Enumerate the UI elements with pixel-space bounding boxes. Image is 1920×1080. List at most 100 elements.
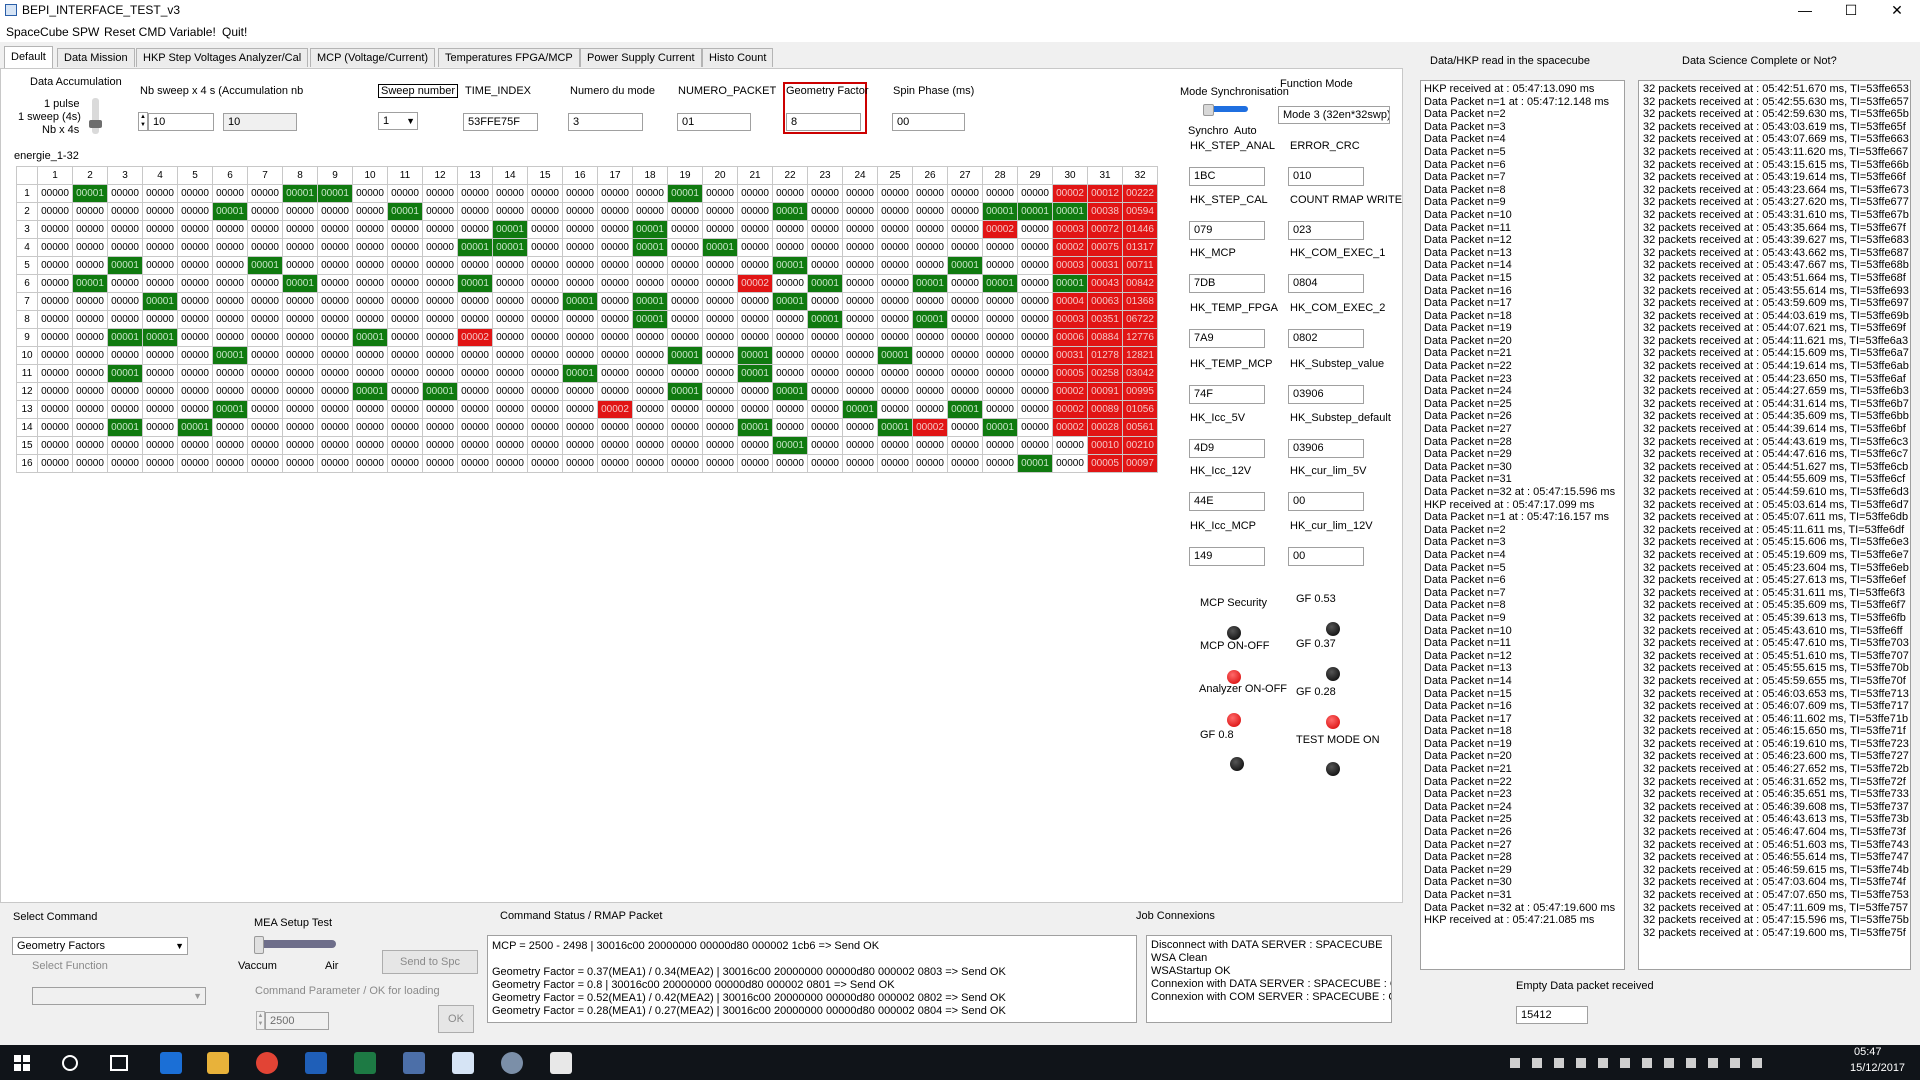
parameter-spinner[interactable]: ▲ ▼ bbox=[256, 1011, 265, 1030]
nb-sweep-input[interactable]: 10 bbox=[148, 113, 214, 131]
job-connexions-lines: Disconnect with DATA SERVER : SPACECUBE W… bbox=[1151, 939, 1391, 1004]
grid-cell: 00000 bbox=[317, 382, 353, 401]
grid-cell: 00002 bbox=[597, 400, 633, 419]
select-function-dropdown[interactable]: ▼ bbox=[32, 987, 206, 1005]
grid-cell: 00000 bbox=[667, 238, 703, 257]
grid-cell: 00001 bbox=[352, 328, 388, 347]
numero-mode-field[interactable]: 3 bbox=[568, 113, 643, 131]
network-app-icon[interactable] bbox=[403, 1052, 425, 1074]
tab-hkp-step-voltages[interactable]: HKP Step Voltages Analyzer/Cal bbox=[136, 48, 309, 67]
windows-start-icon[interactable] bbox=[14, 1055, 30, 1071]
accumulation-nb-label: Accumulation nb bbox=[221, 85, 304, 97]
labview-app-icon[interactable] bbox=[452, 1052, 474, 1074]
grid-cell: 00000 bbox=[737, 454, 773, 473]
grid-cell: 00001 bbox=[912, 274, 948, 293]
time-index-field[interactable]: 53FFE75F bbox=[463, 113, 538, 131]
tab-temperatures[interactable]: Temperatures FPGA/MCP bbox=[438, 48, 580, 67]
minimize-button[interactable]: — bbox=[1782, 0, 1828, 22]
gf037-led[interactable] bbox=[1326, 667, 1340, 681]
grid-cell: 00000 bbox=[247, 328, 283, 347]
mea-setup-slider[interactable] bbox=[258, 940, 336, 948]
command-status-title: Command Status / RMAP Packet bbox=[500, 910, 663, 922]
function-mode-field[interactable]: Mode 3 (32en*32swp) bbox=[1278, 106, 1390, 124]
grid-cell: 00000 bbox=[37, 220, 73, 239]
mode-sync-slider-thumb[interactable] bbox=[1203, 104, 1214, 116]
command-parameter-input[interactable]: 2500 bbox=[265, 1012, 329, 1030]
grid-cell: 00000 bbox=[597, 292, 633, 311]
photos-app-icon[interactable] bbox=[550, 1052, 572, 1074]
mea-setup-slider-thumb[interactable] bbox=[254, 936, 264, 954]
grid-row: 11 00000 00000 00001 00000 00000 00000 00000 000… bbox=[16, 364, 1158, 383]
tab-mcp[interactable]: MCP (Voltage/Current) bbox=[310, 48, 436, 67]
hkp-log-box[interactable]: HKP received at : 05:47:13.090 ms Data Pa… bbox=[1420, 80, 1625, 970]
grid-cell: 00001 bbox=[107, 418, 143, 437]
log-line: Data Packet n=13 bbox=[1424, 662, 1512, 675]
sweep-number-select[interactable]: 1 ▼ bbox=[378, 112, 418, 130]
numero-packet-field[interactable]: 01 bbox=[677, 113, 751, 131]
file-explorer-icon[interactable] bbox=[207, 1052, 229, 1074]
accumulation-slider-track[interactable] bbox=[92, 98, 99, 134]
nb-sweep-spinner[interactable]: ▲ ▼ bbox=[138, 112, 148, 131]
grid-cell: 00001 bbox=[772, 382, 808, 401]
science-log-title: Data Science Complete or Not? bbox=[1682, 55, 1837, 67]
grid-cell: 00000 bbox=[527, 400, 563, 419]
grid-cell: 00351 bbox=[1087, 310, 1123, 329]
grid-cell: 00000 bbox=[317, 328, 353, 347]
sweep-number-label: Sweep number bbox=[378, 84, 458, 98]
grid-cell: 00000 bbox=[212, 220, 248, 239]
grid-cell: 00000 bbox=[457, 454, 493, 473]
log-line: 32 packets received at : 05:46:03.653 ms… bbox=[1643, 687, 1909, 700]
tab-histo-count[interactable]: Histo Count bbox=[702, 48, 774, 67]
grid-cell: 00000 bbox=[737, 202, 773, 221]
grid-cell: 00001 bbox=[142, 328, 178, 347]
grid-cell: 00000 bbox=[212, 238, 248, 257]
analyzer-onoff-led[interactable] bbox=[1227, 713, 1241, 727]
close-button[interactable]: ✕ bbox=[1874, 0, 1920, 22]
grid-cell: 00000 bbox=[177, 454, 213, 473]
task-view-icon[interactable] bbox=[110, 1055, 128, 1071]
grid-cell: 00000 bbox=[772, 400, 808, 419]
gf08-led[interactable] bbox=[1230, 757, 1244, 771]
send-to-spc-button[interactable]: Send to Spc bbox=[382, 950, 478, 974]
outlook-icon[interactable] bbox=[305, 1052, 327, 1074]
grid-cell: 00000 bbox=[667, 454, 703, 473]
accumulation-slider-thumb[interactable] bbox=[89, 120, 102, 128]
tool-app-icon[interactable] bbox=[501, 1052, 523, 1074]
tab-default[interactable]: Default bbox=[4, 46, 53, 68]
hk-label: HK_COM_EXEC_1 bbox=[1290, 247, 1386, 259]
menu-reset-cmd[interactable]: Reset CMD Variable! bbox=[104, 25, 216, 39]
ok-button[interactable]: OK bbox=[438, 1005, 474, 1033]
log-line: 32 packets received at : 05:47:11.609 ms… bbox=[1643, 901, 1909, 914]
grid-cell: 00000 bbox=[562, 400, 598, 419]
chrome-icon[interactable] bbox=[256, 1052, 278, 1074]
grid-cell: 00000 bbox=[772, 274, 808, 293]
log-line: 32 packets received at : 05:46:07.609 ms… bbox=[1643, 700, 1909, 713]
gf028-led[interactable] bbox=[1326, 715, 1340, 729]
geometry-factor-field[interactable]: 8 bbox=[786, 113, 861, 131]
edge-icon[interactable] bbox=[160, 1052, 182, 1074]
maximize-button[interactable]: ☐ bbox=[1828, 0, 1874, 22]
tab-data-mission[interactable]: Data Mission bbox=[57, 48, 135, 67]
menu-quit[interactable]: Quit! bbox=[222, 25, 247, 39]
grid-column-header: 23 bbox=[807, 166, 843, 185]
science-log-box[interactable]: 32 packets received at : 05:42:51.670 ms… bbox=[1638, 80, 1911, 970]
spin-phase-field[interactable]: 00 bbox=[892, 113, 965, 131]
test-mode-led[interactable] bbox=[1326, 762, 1340, 776]
grid-cell: 00210 bbox=[1122, 436, 1158, 455]
grid-cell: 00001 bbox=[107, 364, 143, 383]
gf053-led[interactable] bbox=[1326, 622, 1340, 636]
excel-icon[interactable] bbox=[354, 1052, 376, 1074]
search-icon[interactable] bbox=[62, 1055, 78, 1071]
command-status-box[interactable]: MCP = 2500 - 2498 | 30016c00 20000000 00… bbox=[487, 935, 1137, 1023]
gf037-label: GF 0.37 bbox=[1296, 638, 1336, 650]
grid-column-header: 26 bbox=[912, 166, 948, 185]
system-tray-icons[interactable] bbox=[1510, 1057, 1770, 1069]
mcp-onoff-led[interactable] bbox=[1227, 670, 1241, 684]
grid-column-header: 12 bbox=[422, 166, 458, 185]
select-command-dropdown[interactable]: Geometry Factors ▼ bbox=[12, 937, 188, 955]
tab-power-supply[interactable]: Power Supply Current bbox=[580, 48, 702, 67]
grid-cell: 00000 bbox=[492, 382, 528, 401]
grid-row: 5 00000 00000 00001 00000 00000 00000 00001 0000… bbox=[16, 256, 1158, 275]
menu-spacecube-spw[interactable]: SpaceCube SPW bbox=[6, 25, 99, 39]
job-connexions-box[interactable]: Disconnect with DATA SERVER : SPACECUBE W… bbox=[1146, 935, 1392, 1023]
